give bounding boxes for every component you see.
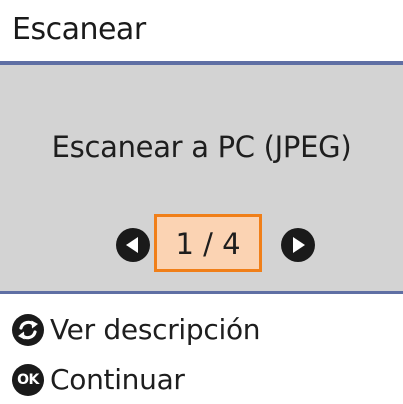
- page-counter: 1 / 4: [154, 214, 262, 272]
- option-pager: 1 / 4: [0, 214, 403, 276]
- title-bar: Escanear: [0, 0, 403, 61]
- screen-title: Escanear: [12, 12, 146, 47]
- rotate-arrows-icon: [12, 314, 44, 346]
- page-counter-text: 1 / 4: [175, 227, 241, 261]
- ok-glyph: OK: [17, 372, 39, 388]
- ok-button-icon: OK: [12, 364, 44, 396]
- next-arrow-icon[interactable]: [281, 228, 315, 262]
- continue-label: Continuar: [50, 363, 185, 396]
- view-description-label: Ver descripción: [50, 313, 261, 346]
- printer-lcd-screen: Escanear Escanear a PC (JPEG) 1 / 4 Ver …: [0, 0, 403, 404]
- previous-arrow-icon[interactable]: [116, 228, 150, 262]
- scan-option-label: Escanear a PC (JPEG): [51, 130, 352, 164]
- selection-panel: Escanear a PC (JPEG) 1 / 4: [0, 65, 403, 291]
- button-hints: Ver descripción OK Continuar: [0, 294, 403, 404]
